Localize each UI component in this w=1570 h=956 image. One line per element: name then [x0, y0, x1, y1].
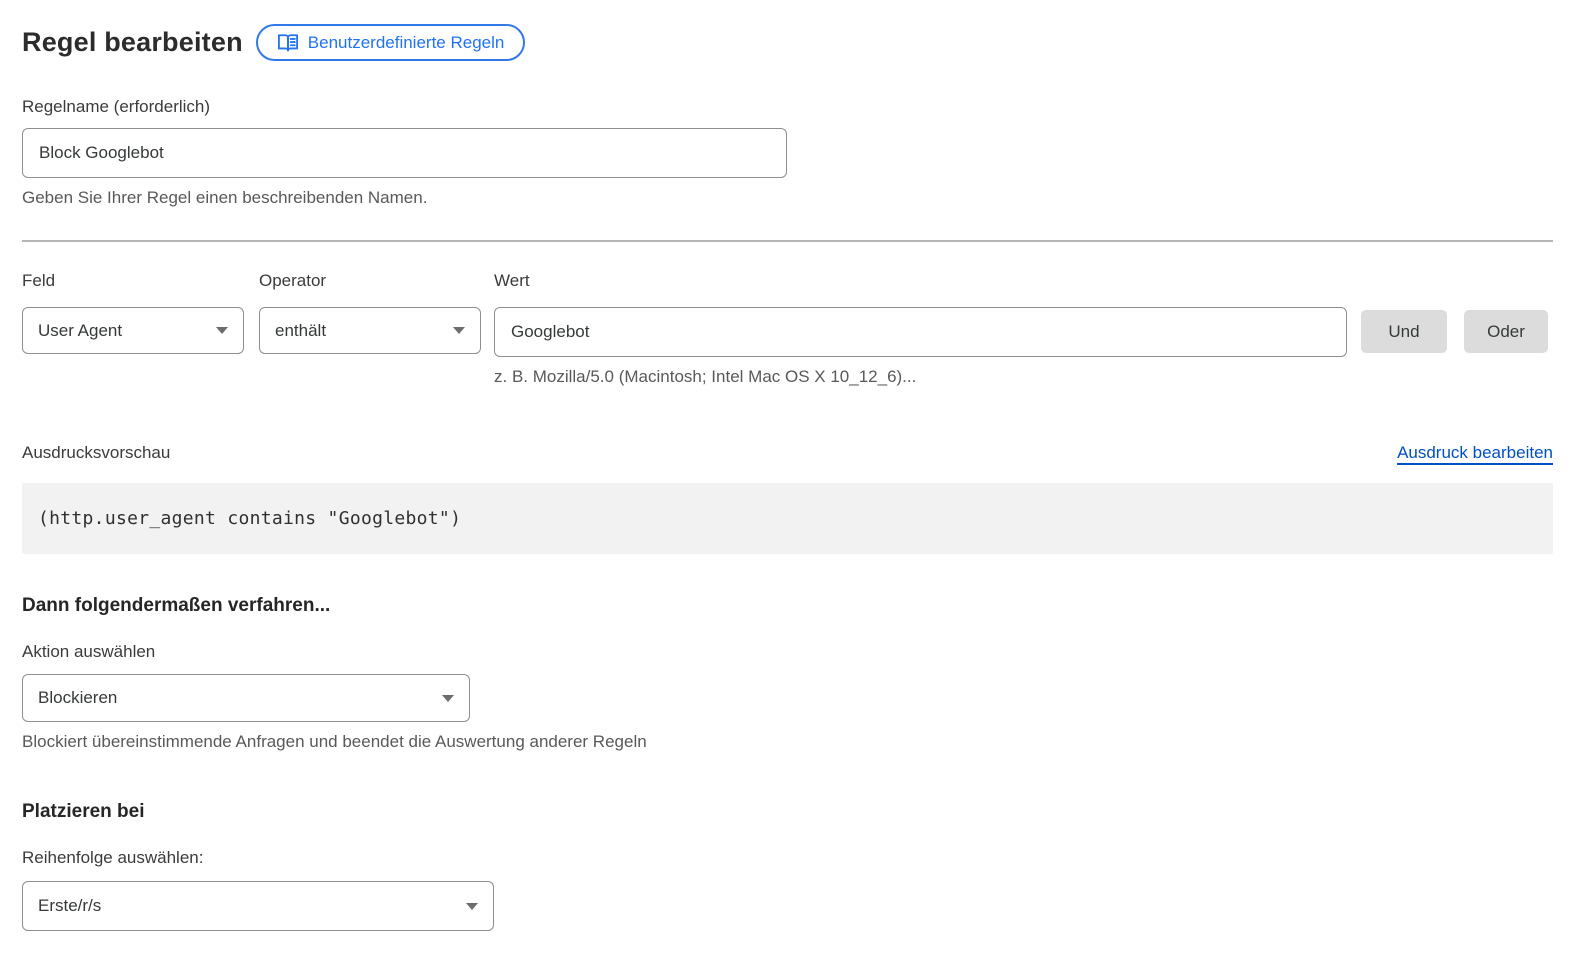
expression-preview-label: Ausdrucksvorschau: [22, 443, 170, 463]
order-select[interactable]: Erste/r/s: [22, 881, 494, 931]
or-button[interactable]: Oder: [1464, 310, 1548, 353]
field-select[interactable]: User Agent: [22, 307, 244, 354]
expression-code-box: (http.user_agent contains "Googlebot"): [22, 483, 1553, 554]
value-column: Wert z. B. Mozilla/5.0 (Macintosh; Intel…: [494, 271, 1347, 387]
and-button[interactable]: Und: [1361, 310, 1447, 353]
section-divider: [22, 240, 1553, 242]
operator-label: Operator: [259, 271, 481, 291]
order-select-value: Erste/r/s: [38, 896, 101, 916]
field-select-value: User Agent: [38, 321, 122, 341]
expression-preview-section: Ausdrucksvorschau Ausdruck bearbeiten (h…: [22, 443, 1553, 554]
caret-down-icon: [453, 327, 465, 334]
edit-rule-page: Regel bearbeiten Benutzerdefinierte Rege…: [0, 0, 1570, 956]
caret-down-icon: [442, 695, 454, 702]
order-label: Reihenfolge auswählen:: [22, 848, 1553, 868]
rule-name-section: Regelname (erforderlich) Geben Sie Ihrer…: [22, 97, 1553, 208]
expression-code: (http.user_agent contains "Googlebot"): [38, 508, 461, 529]
expression-header: Ausdrucksvorschau Ausdruck bearbeiten: [22, 443, 1553, 463]
action-heading: Dann folgendermaßen verfahren...: [22, 595, 1553, 617]
value-input[interactable]: [494, 307, 1347, 357]
custom-rules-docs-button[interactable]: Benutzerdefinierte Regeln: [256, 24, 526, 61]
operator-column: Operator enthält: [259, 271, 481, 354]
value-label: Wert: [494, 271, 1347, 291]
open-book-icon: [277, 33, 299, 53]
action-select[interactable]: Blockieren: [22, 674, 470, 722]
rule-name-label: Regelname (erforderlich): [22, 97, 1553, 117]
placement-heading: Platzieren bei: [22, 801, 1553, 823]
action-help: Blockiert übereinstimmende Anfragen und …: [22, 732, 1553, 752]
rule-name-help: Geben Sie Ihrer Regel einen beschreibend…: [22, 188, 1553, 208]
connector-buttons: Und Oder: [1361, 271, 1548, 353]
docs-button-label: Benutzerdefinierte Regeln: [308, 33, 505, 53]
caret-down-icon: [216, 327, 228, 334]
caret-down-icon: [466, 903, 478, 910]
operator-select[interactable]: enthält: [259, 307, 481, 354]
field-column: Feld User Agent: [22, 271, 244, 354]
action-select-value: Blockieren: [38, 688, 117, 708]
placement-section: Platzieren bei Reihenfolge auswählen: Er…: [22, 801, 1553, 931]
operator-select-value: enthält: [275, 321, 326, 341]
field-label: Feld: [22, 271, 244, 291]
edit-expression-link[interactable]: Ausdruck bearbeiten: [1397, 443, 1553, 463]
value-help: z. B. Mozilla/5.0 (Macintosh; Intel Mac …: [494, 367, 1347, 387]
condition-builder-row: Feld User Agent Operator enthält Wert z.…: [22, 271, 1553, 387]
action-label: Aktion auswählen: [22, 642, 1553, 662]
rule-name-input[interactable]: [22, 128, 787, 178]
action-section: Dann folgendermaßen verfahren... Aktion …: [22, 595, 1553, 752]
page-header: Regel bearbeiten Benutzerdefinierte Rege…: [22, 24, 1553, 61]
page-title: Regel bearbeiten: [22, 27, 243, 58]
